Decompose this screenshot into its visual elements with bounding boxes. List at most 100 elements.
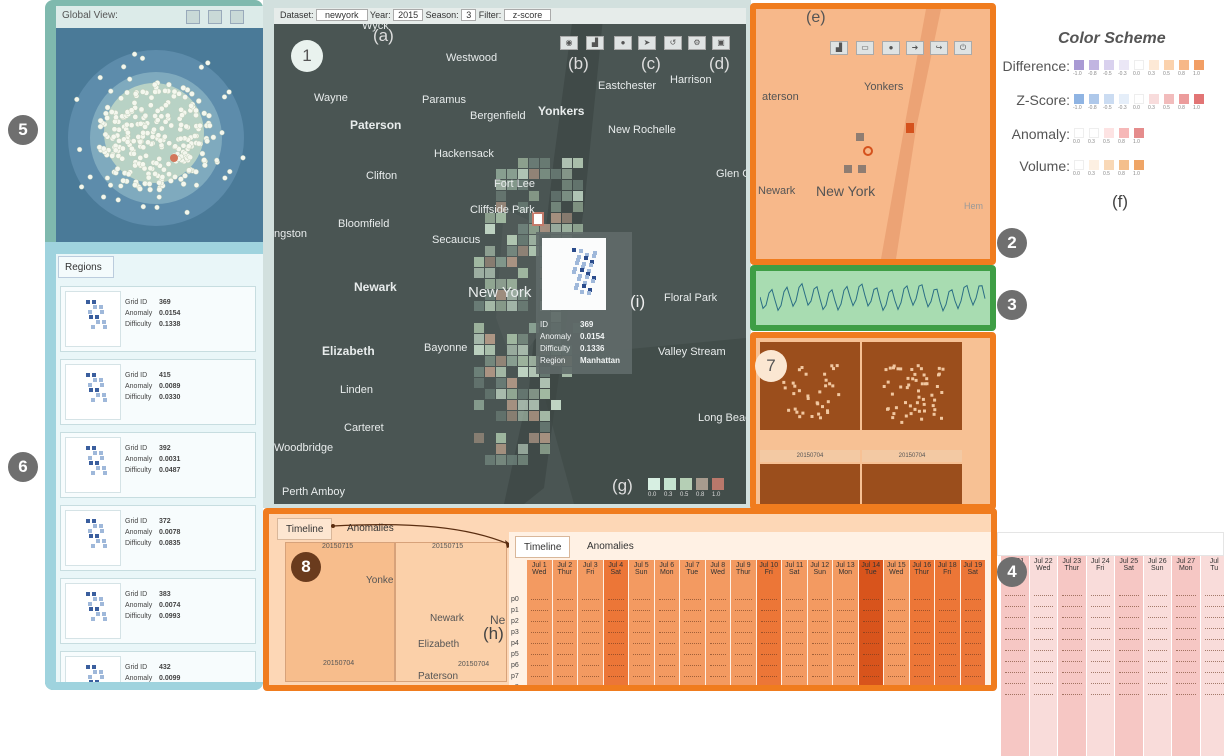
map-grid-cell[interactable] (507, 257, 517, 267)
map-grid-cell[interactable] (507, 411, 517, 421)
map-grid-cell[interactable] (474, 378, 484, 388)
map-grid-cell[interactable] (573, 180, 583, 190)
map-grid-cell[interactable] (529, 158, 539, 168)
map-grid-cell[interactable] (485, 389, 495, 399)
map-grid-cell[interactable] (496, 257, 506, 267)
map-grid-cell[interactable] (540, 378, 550, 388)
map-grid-cell[interactable] (507, 356, 517, 366)
timeline-front[interactable]: Timeline Anomalies p0p1p2p3p4p5p6p7p8p9J… (509, 532, 997, 691)
map-grid-cell[interactable] (474, 268, 484, 278)
zoom-in-icon[interactable] (186, 10, 200, 24)
timeline-day-column[interactable]: Jul 4Sat (604, 560, 629, 691)
map-grid-cell[interactable] (540, 158, 550, 168)
tab-timeline-back[interactable]: Timeline (277, 518, 332, 540)
map-grid-cell[interactable] (485, 455, 495, 465)
map-grid-cell[interactable] (540, 422, 550, 432)
timeline-day-column[interactable]: Jul 5Sun (629, 560, 654, 691)
map-grid-cell[interactable] (562, 213, 572, 223)
map-grid-cell[interactable] (507, 400, 517, 410)
map-grid-cell[interactable] (562, 191, 572, 201)
time-series-panel[interactable] (750, 265, 996, 331)
map-grid-cell[interactable] (507, 345, 517, 355)
map-grid-cell[interactable] (485, 356, 495, 366)
timeline-panel[interactable]: Timeline Anomalies 20150715 Yonke 201507… (263, 508, 997, 691)
camera-icon[interactable]: ▣ (712, 36, 730, 50)
map-grid-cell[interactable] (518, 389, 528, 399)
map-grid-cell[interactable] (551, 202, 561, 212)
year-select[interactable]: 2015 (393, 9, 423, 21)
settings-icon[interactable]: ⚙ (688, 36, 706, 50)
map-grid-cell[interactable] (573, 202, 583, 212)
map-grid-cell[interactable] (518, 356, 528, 366)
map-grid-cell[interactable] (518, 411, 528, 421)
map-grid-cell[interactable] (518, 158, 528, 168)
timeline-day-column[interactable]: Jul 9Thur (731, 560, 756, 691)
map-grid-cell[interactable] (507, 455, 517, 465)
timeline-day-column[interactable]: Jul 14Tue (859, 560, 884, 691)
car-icon[interactable]: ▭ (856, 41, 874, 55)
timeline-extension[interactable]: Jul 21TueJul 22WedJul 23ThurJul 24FriJul… (997, 532, 1224, 709)
chart-icon[interactable]: ▟ (586, 36, 604, 50)
map-grid-cell[interactable] (529, 400, 539, 410)
pointer-icon[interactable]: ➤ (638, 36, 656, 50)
undo-icon[interactable]: ↺ (664, 36, 682, 50)
power-icon[interactable]: ⏻ (954, 41, 972, 55)
global-view-scatter[interactable] (56, 28, 263, 242)
dot-icon[interactable]: ● (614, 36, 632, 50)
timeline-day-column[interactable]: Jul 11Sat (782, 560, 807, 691)
dot-icon[interactable]: ● (882, 41, 900, 55)
map-grid-cell[interactable] (518, 444, 528, 454)
map-grid-cell[interactable] (573, 158, 583, 168)
global-view-panel[interactable]: Global View: (56, 6, 263, 242)
map-grid-cell[interactable] (474, 345, 484, 355)
timeline-day-column[interactable]: Jul 2Thur (553, 560, 578, 691)
map-grid-cell[interactable] (551, 400, 561, 410)
timeline-day-column[interactable]: Jul 24Fri (1087, 556, 1115, 756)
car-chart-icon[interactable]: ▟ (830, 41, 848, 55)
timeline-day-column[interactable]: Jul 25Sat (1115, 556, 1143, 756)
map-grid-cell[interactable] (551, 169, 561, 179)
region-card[interactable]: Grid ID392Anomaly0.0031Difficulty0.0487 (60, 432, 256, 498)
timeline-day-column[interactable]: JulTu (1201, 556, 1224, 756)
map-grid-cell[interactable] (518, 246, 528, 256)
timeline-day-column[interactable]: Jul 1Wed (527, 560, 552, 691)
map-grid-cell[interactable] (485, 345, 495, 355)
map-grid-cell[interactable] (551, 191, 561, 201)
map-grid-cell[interactable] (518, 400, 528, 410)
map-grid-cell[interactable] (485, 334, 495, 344)
arrow-icon[interactable]: ➜ (906, 41, 924, 55)
map-grid-cell[interactable] (496, 444, 506, 454)
timeline-day-column[interactable]: Jul 23Thur (1058, 556, 1086, 756)
timeline-day-column[interactable]: Jul 13Mon (833, 560, 858, 691)
map-grid-cell[interactable] (562, 169, 572, 179)
right-detail-map[interactable]: (e) aterson Yonkers Newark New York Hem … (750, 3, 996, 265)
map-grid-cell[interactable] (485, 268, 495, 278)
map-grid-cell[interactable] (496, 356, 506, 366)
timeline-day-column[interactable]: Jul 6Mon (655, 560, 680, 691)
map-grid-cell[interactable] (496, 411, 506, 421)
regions-list[interactable]: Regions Grid ID369Anomaly0.0154Difficult… (56, 254, 263, 682)
timeline-map-thumb[interactable]: 20150715 Newark Elizabeth Ne 20150704 Pa… (395, 542, 507, 682)
map-grid-cell[interactable] (529, 433, 539, 443)
map-grid-cell[interactable] (529, 389, 539, 399)
map-grid-cell[interactable] (518, 224, 528, 234)
dataset-select[interactable]: newyork (316, 9, 368, 21)
map-grid-cell[interactable] (518, 301, 528, 311)
map-grid-cell[interactable] (529, 411, 539, 421)
timeline-day-column[interactable]: Jul 27Mon (1172, 556, 1200, 756)
map-grid-cell[interactable] (518, 367, 528, 377)
timeline-day-column[interactable]: Jul 18Fri (935, 560, 960, 691)
timeline-day-column[interactable]: Jul 19Sat (961, 560, 986, 691)
map-grid-cell[interactable] (485, 246, 495, 256)
tab-anomalies[interactable]: Anomalies (579, 536, 642, 558)
map-grid-cell[interactable] (518, 455, 528, 465)
region-card[interactable]: Grid ID383Anomaly0.0074Difficulty0.0993 (60, 578, 256, 644)
region-card[interactable]: Grid ID372Anomaly0.0078Difficulty0.0835 (60, 505, 256, 571)
map-grid-cell[interactable] (518, 235, 528, 245)
map-grid-cell[interactable] (518, 345, 528, 355)
map-grid-cell[interactable] (562, 180, 572, 190)
zoom-out-icon[interactable] (208, 10, 222, 24)
map-grid-cell[interactable] (540, 169, 550, 179)
map-grid-cell[interactable] (474, 367, 484, 377)
map-grid-cell[interactable] (529, 191, 539, 201)
